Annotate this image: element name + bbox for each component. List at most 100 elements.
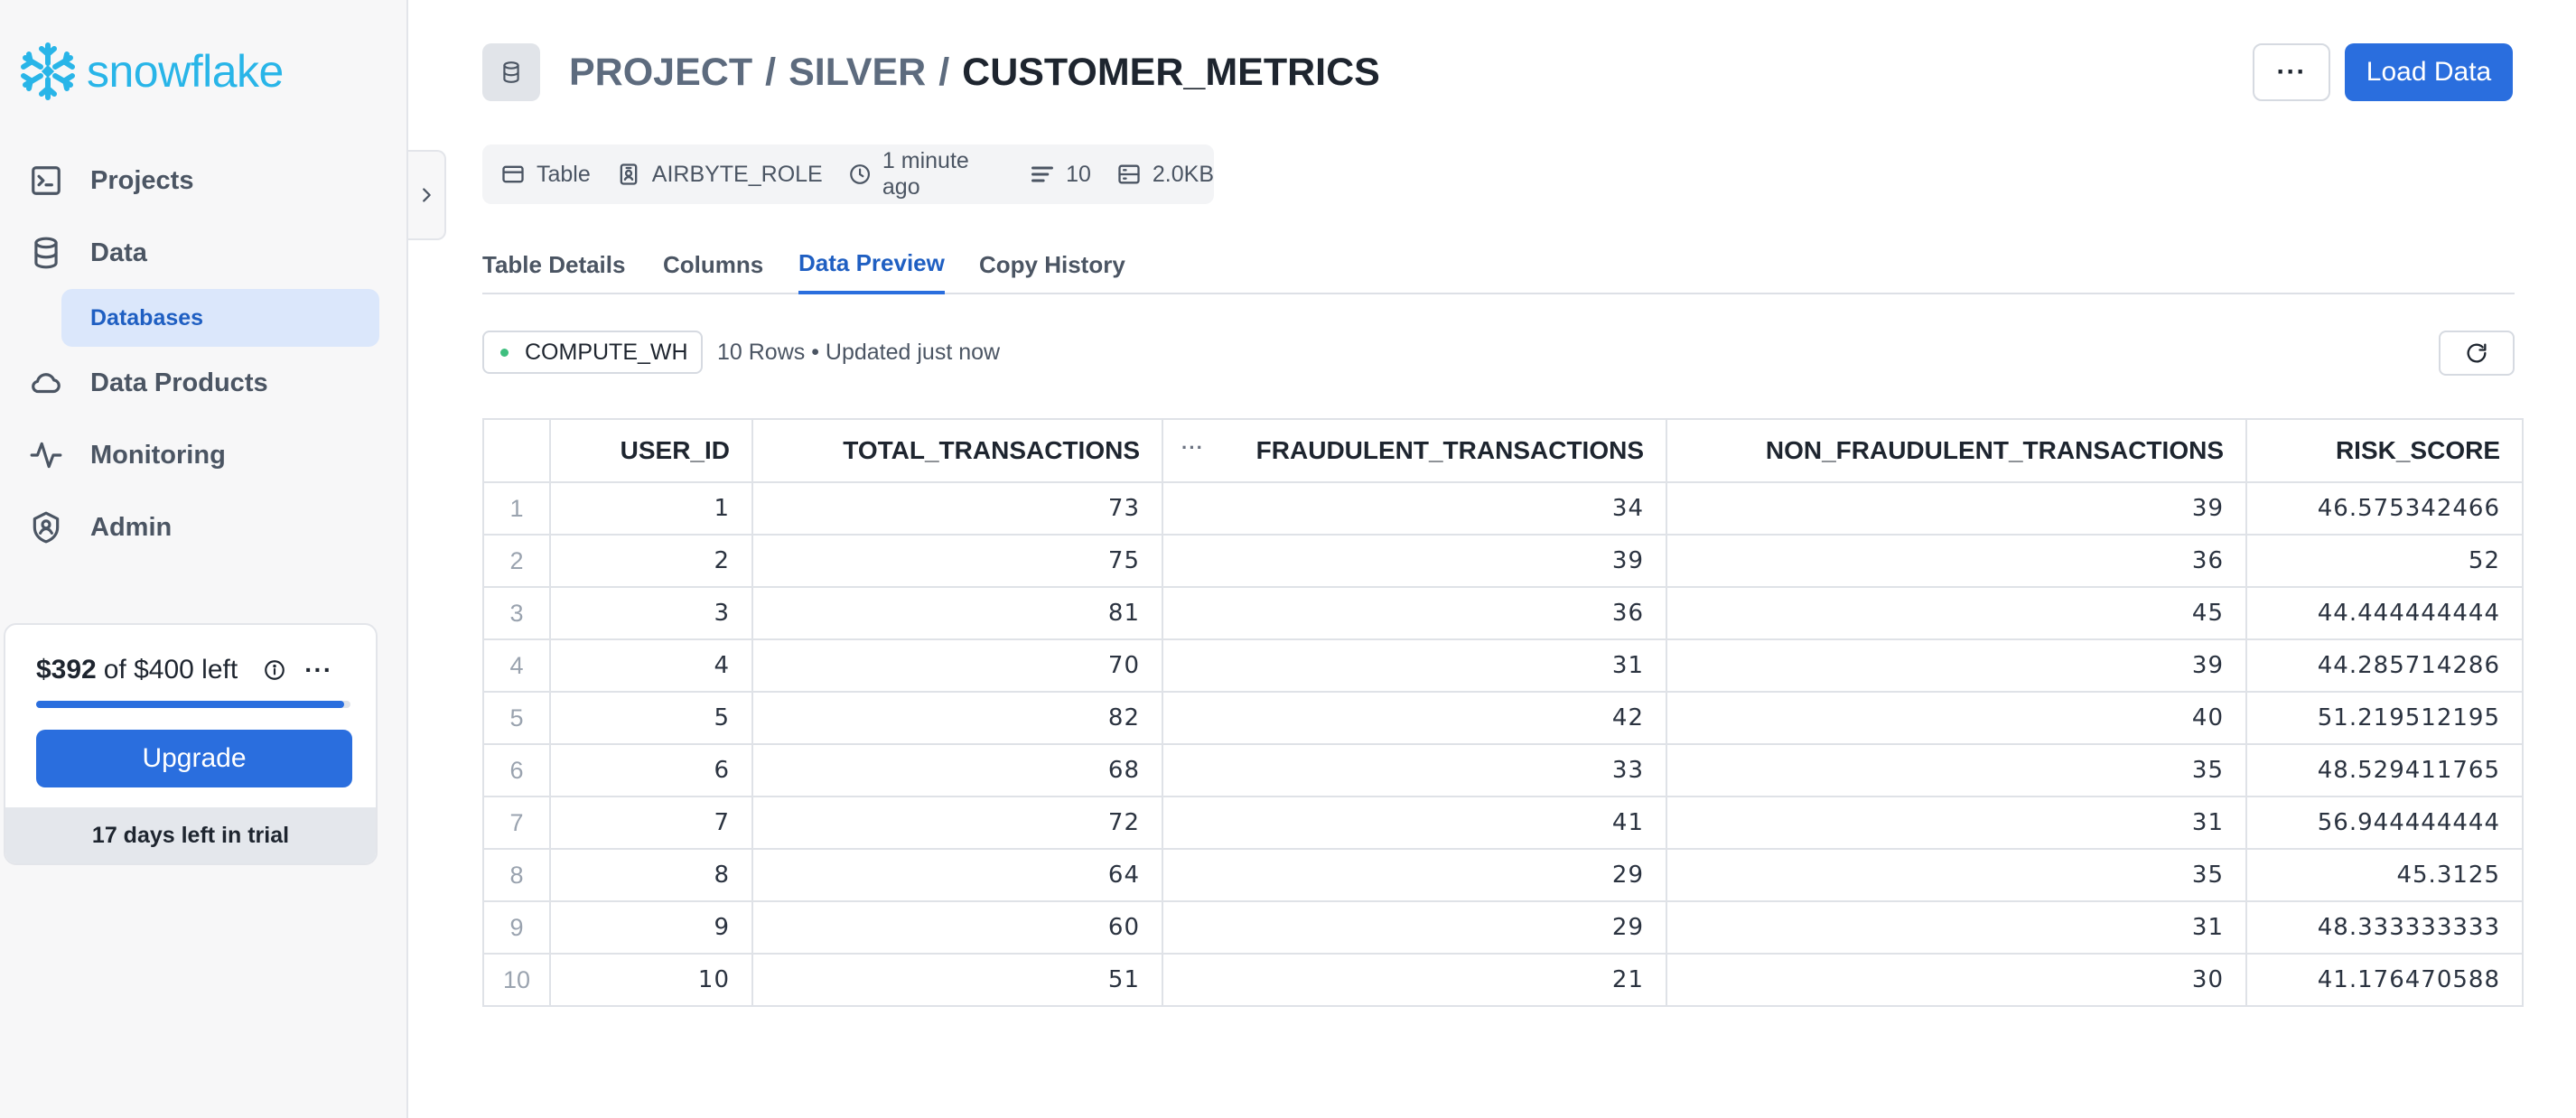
cell-non-fraudulent-transactions[interactable]: 39 (1666, 638, 2247, 693)
cell-non-fraudulent-transactions[interactable]: 36 (1666, 534, 2247, 588)
cell-fraudulent-transactions[interactable]: 39 (1162, 534, 1667, 588)
warehouse-name: COMPUTE_WH (525, 339, 688, 365)
more-options-button[interactable]: ··· (2253, 43, 2330, 101)
cell-non-fraudulent-transactions[interactable]: 31 (1666, 796, 2247, 850)
cell-total-transactions[interactable]: 60 (751, 900, 1163, 955)
cell-user-id[interactable]: 7 (549, 796, 753, 850)
tab-table-details[interactable]: Table Details (482, 235, 625, 294)
cell-fraudulent-transactions[interactable]: 42 (1162, 691, 1667, 745)
cell-risk-score[interactable]: 41.176470588 (2245, 953, 2524, 1007)
cell-fraudulent-transactions[interactable]: 34 (1162, 481, 1667, 536)
meta-type: Table (500, 162, 591, 188)
page-title: CUSTOMER_METRICS (962, 50, 1380, 94)
table-row: 2 2 75 39 36 52 (482, 534, 2524, 588)
cell-non-fraudulent-transactions[interactable]: 35 (1666, 743, 2247, 797)
credits-progress-bar (36, 701, 350, 708)
cell-non-fraudulent-transactions[interactable]: 40 (1666, 691, 2247, 745)
breadcrumb-schema[interactable]: SILVER (789, 51, 926, 95)
cell-risk-score[interactable]: 46.575342466 (2245, 481, 2524, 536)
sidebar-item-data[interactable]: Data (29, 224, 147, 282)
cell-user-id[interactable]: 2 (549, 534, 753, 588)
row-number: 1 (482, 481, 551, 536)
cell-total-transactions[interactable]: 75 (751, 534, 1163, 588)
database-icon (503, 61, 519, 83)
cell-non-fraudulent-transactions[interactable]: 39 (1666, 481, 2247, 536)
upgrade-button[interactable]: Upgrade (36, 730, 352, 787)
column-header-total-transactions[interactable]: TOTAL_TRANSACTIONS (751, 418, 1163, 483)
sidebar-toggle-button[interactable] (408, 150, 446, 240)
cell-total-transactions[interactable]: 73 (751, 481, 1163, 536)
cell-total-transactions[interactable]: 82 (751, 691, 1163, 745)
cell-user-id[interactable]: 8 (549, 848, 753, 902)
cell-risk-score[interactable]: 48.333333333 (2245, 900, 2524, 955)
tab-data-preview[interactable]: Data Preview (798, 235, 945, 294)
sidebar-item-label: Monitoring (90, 440, 226, 470)
cell-user-id[interactable]: 4 (549, 638, 753, 693)
cell-risk-score[interactable]: 56.944444444 (2245, 796, 2524, 850)
breadcrumb: PROJECT / SILVER / CUSTOMER_METRICS (569, 47, 1380, 98)
cell-total-transactions[interactable]: 64 (751, 848, 1163, 902)
sidebar-item-monitoring[interactable]: Monitoring (29, 426, 226, 484)
refresh-button[interactable] (2439, 331, 2515, 376)
cell-risk-score[interactable]: 45.3125 (2245, 848, 2524, 902)
sidebar-item-projects[interactable]: Projects (29, 152, 193, 210)
table-row: 4 4 70 31 39 44.285714286 (482, 638, 2524, 693)
cell-fraudulent-transactions[interactable]: 41 (1162, 796, 1667, 850)
cell-non-fraudulent-transactions[interactable]: 30 (1666, 953, 2247, 1007)
cell-risk-score[interactable]: 52 (2245, 534, 2524, 588)
table-row: 6 6 68 33 35 48.529411765 (482, 743, 2524, 797)
sidebar-item-databases[interactable]: Databases (61, 289, 379, 347)
cell-fraudulent-transactions[interactable]: 21 (1162, 953, 1667, 1007)
cell-user-id[interactable]: 1 (549, 481, 753, 536)
cell-fraudulent-transactions[interactable]: 29 (1162, 848, 1667, 902)
logo-wordmark: snowflake (87, 46, 284, 97)
cell-user-id[interactable]: 3 (549, 586, 753, 640)
table-row: 9 9 60 29 31 48.333333333 (482, 900, 2524, 955)
cell-total-transactions[interactable]: 72 (751, 796, 1163, 850)
warehouse-selector[interactable]: COMPUTE_WH (482, 331, 703, 374)
trial-days-left: 17 days left in trial (5, 807, 376, 863)
cell-total-transactions[interactable]: 70 (751, 638, 1163, 693)
sidebar-item-data-products[interactable]: Data Products (29, 354, 268, 412)
snowflake-logo[interactable]: snowflake (18, 42, 284, 101)
table-tabs: Table Details Columns Data Preview Copy … (482, 235, 2515, 294)
sidebar: snowflake Projects Data Databases Data P… (0, 0, 408, 1118)
credits-card: $392 of $400 left ··· Upgrade 17 days le… (4, 623, 378, 865)
column-header-user-id[interactable]: USER_ID (549, 418, 753, 483)
cell-fraudulent-transactions[interactable]: 36 (1162, 586, 1667, 640)
clock-icon (849, 164, 870, 184)
cell-non-fraudulent-transactions[interactable]: 31 (1666, 900, 2247, 955)
cell-total-transactions[interactable]: 81 (751, 586, 1163, 640)
cell-user-id[interactable]: 5 (549, 691, 753, 745)
meta-updated-label: 1 minute ago (882, 148, 969, 200)
info-icon[interactable] (263, 658, 286, 682)
cell-fraudulent-transactions[interactable]: 29 (1162, 900, 1667, 955)
cell-user-id[interactable]: 9 (549, 900, 753, 955)
cell-non-fraudulent-transactions[interactable]: 35 (1666, 848, 2247, 902)
sidebar-item-admin[interactable]: Admin (29, 498, 172, 556)
cell-risk-score[interactable]: 44.444444444 (2245, 586, 2524, 640)
cell-total-transactions[interactable]: 68 (751, 743, 1163, 797)
table-metadata-bar: Table AIRBYTE_ROLE 1 minute ago 10 2.0KB (482, 144, 1214, 204)
cell-fraudulent-transactions[interactable]: 31 (1162, 638, 1667, 693)
column-header-non-fraudulent-transactions[interactable]: NON_FRAUDULENT_TRANSACTIONS (1666, 418, 2247, 483)
cell-risk-score[interactable]: 44.285714286 (2245, 638, 2524, 693)
column-header-fraudulent-transactions[interactable]: ··· FRAUDULENT_TRANSACTIONS (1162, 418, 1667, 483)
credits-more-button[interactable]: ··· (304, 656, 332, 685)
cell-user-id[interactable]: 6 (549, 743, 753, 797)
cell-fraudulent-transactions[interactable]: 33 (1162, 743, 1667, 797)
column-header-risk-score[interactable]: RISK_SCORE (2245, 418, 2524, 483)
tab-copy-history[interactable]: Copy History (979, 235, 1125, 294)
sidebar-item-label: Data (90, 238, 147, 267)
refresh-icon (2467, 343, 2487, 363)
cell-total-transactions[interactable]: 51 (751, 953, 1163, 1007)
tab-columns[interactable]: Columns (663, 235, 763, 294)
column-menu-icon[interactable]: ··· (1181, 436, 1204, 460)
row-number: 4 (482, 638, 551, 693)
load-data-button[interactable]: Load Data (2345, 43, 2513, 101)
cell-user-id[interactable]: 10 (549, 953, 753, 1007)
cell-risk-score[interactable]: 51.219512195 (2245, 691, 2524, 745)
cell-non-fraudulent-transactions[interactable]: 45 (1666, 586, 2247, 640)
cell-risk-score[interactable]: 48.529411765 (2245, 743, 2524, 797)
breadcrumb-project[interactable]: PROJECT (569, 51, 752, 95)
